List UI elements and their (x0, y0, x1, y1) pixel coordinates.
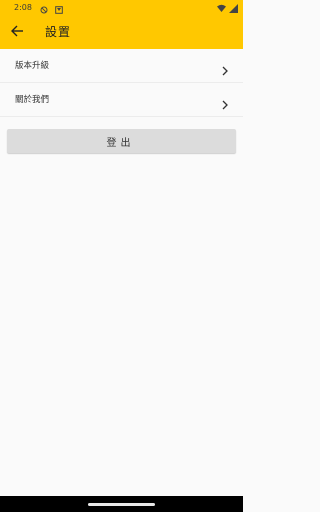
status-left: 2:08 (14, 0, 70, 15)
status-bar: 2:08 (0, 0, 243, 15)
arrow-left-icon (10, 23, 24, 42)
settings-screen: 2:08 設置 版本升級 關於我們 登出 (0, 0, 243, 512)
system-nav-bar (0, 496, 243, 512)
wifi-icon (217, 3, 226, 12)
notification-icon (55, 4, 63, 14)
chevron-right-icon (221, 61, 229, 76)
settings-menu: 版本升級 關於我們 (0, 49, 243, 117)
logout-button[interactable]: 登出 (7, 129, 236, 153)
page-title: 設置 (45, 25, 72, 39)
menu-item-version-upgrade[interactable]: 版本升級 (0, 49, 243, 83)
app-bar: 設置 (0, 15, 243, 49)
menu-item-about-us[interactable]: 關於我們 (0, 83, 243, 117)
status-right (214, 0, 238, 15)
back-button[interactable] (8, 23, 26, 41)
status-time: 2:08 (14, 3, 32, 12)
chevron-right-icon (221, 95, 229, 110)
menu-item-label: 關於我們 (15, 95, 50, 105)
menu-item-label: 版本升級 (15, 61, 50, 71)
signal-icon (229, 3, 238, 13)
blocked-icon (40, 4, 48, 13)
home-indicator[interactable] (88, 503, 155, 506)
